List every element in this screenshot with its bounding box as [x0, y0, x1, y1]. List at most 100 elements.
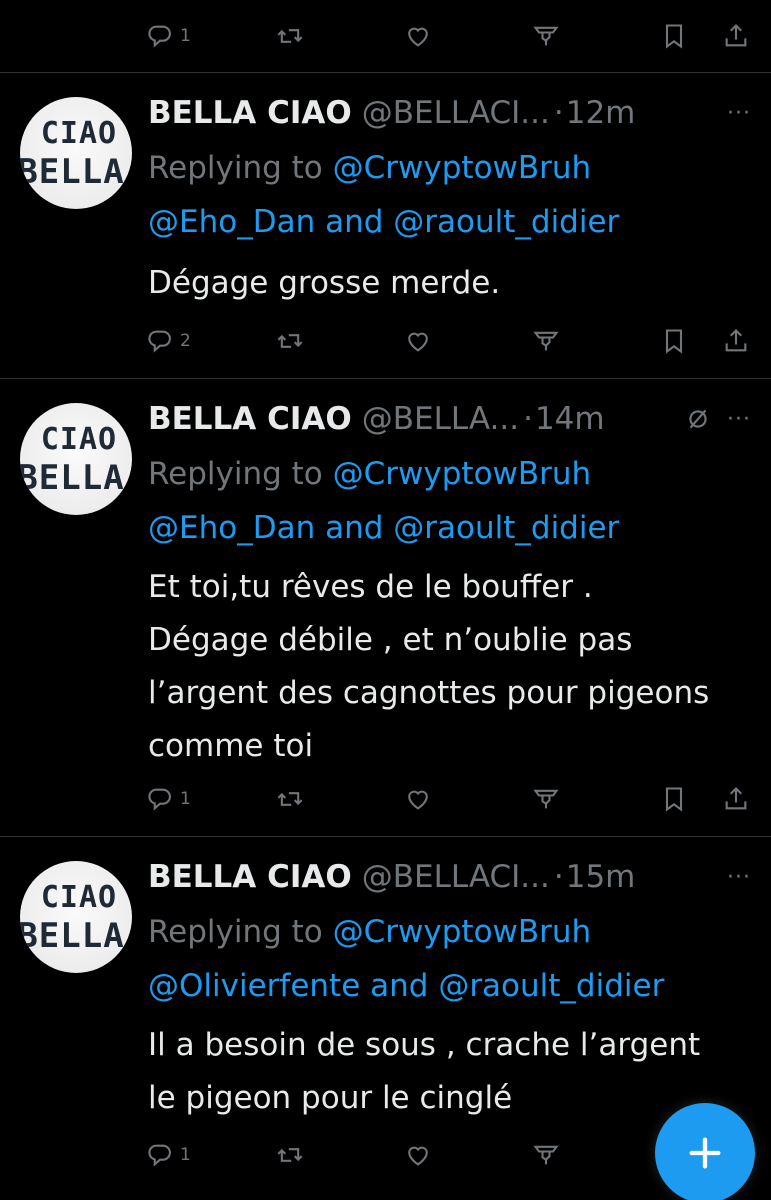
mention-link[interactable]: @Eho_Dan: [148, 204, 315, 240]
timestamp[interactable]: 14m: [535, 401, 605, 437]
compose-tweet-button[interactable]: [655, 1103, 755, 1200]
share-icon: [725, 787, 747, 810]
retweet-icon: [277, 792, 303, 806]
reply-icon: [148, 330, 171, 353]
bookmark-button[interactable]: [660, 14, 688, 58]
avatar[interactable]: CIAO BELLA: [20, 97, 132, 209]
bookmark-button[interactable]: [660, 777, 688, 821]
display-name[interactable]: BELLA CIAO: [148, 95, 352, 131]
tweet-actions-top: 1: [0, 14, 771, 58]
retweet-icon: [277, 29, 303, 43]
tweet-header: BELLA CIAO @BELLACI... · 15m: [148, 857, 748, 897]
more-options-button[interactable]: ···: [727, 93, 751, 133]
tweet-text-line: Dégage débile , et n’oublie pas: [148, 622, 633, 658]
views-button[interactable]: [532, 14, 560, 58]
avatar-text-line: BELLA: [20, 458, 125, 498]
tweet[interactable]: CIAO BELLA BELLA CIAO @BELLACI... · 12m …: [0, 73, 771, 378]
like-button[interactable]: [404, 1133, 432, 1177]
reply-button[interactable]: 2: [146, 319, 191, 363]
slashed-circle-icon: [689, 409, 707, 429]
reply-count: 1: [180, 789, 191, 809]
like-button[interactable]: [404, 14, 432, 58]
timestamp[interactable]: 12m: [566, 95, 636, 131]
avatar[interactable]: CIAO BELLA: [20, 861, 132, 973]
mention-link[interactable]: @Olivierfente: [148, 968, 360, 1004]
avatar-text-line: CIAO: [40, 116, 118, 151]
mention-link[interactable]: @raoult_didier: [438, 968, 664, 1004]
separator-dot: ·: [523, 401, 533, 437]
retweet-icon: [277, 1148, 303, 1162]
more-icon: ···: [727, 100, 751, 126]
tweet-header: BELLA CIAO @BELLA... · 14m: [148, 399, 748, 439]
timeline: 1 CIAO BELLA BELLA CIAO @BELLACI... · 12…: [0, 0, 771, 1200]
reply-icon: [148, 25, 171, 48]
bookmark-icon: [665, 329, 683, 354]
like-icon: [408, 790, 428, 810]
retweet-button[interactable]: [276, 14, 304, 58]
mention-link[interactable]: @CrwyptowBruh: [333, 914, 592, 950]
reply-button[interactable]: 1: [146, 777, 191, 821]
mention-link[interactable]: @raoult_didier: [393, 204, 619, 240]
tweet-text: Et toi,tu rêves de le bouffer . Dégage d…: [148, 561, 758, 773]
reply-count: 1: [180, 1145, 191, 1165]
mention-and: and: [370, 968, 429, 1004]
reply-count: 2: [180, 331, 191, 351]
tweet-text-line: Et toi,tu rêves de le bouffer .: [148, 569, 593, 605]
more-options-button[interactable]: ···: [727, 399, 751, 439]
grok-button[interactable]: [685, 399, 711, 439]
views-icon: [533, 331, 559, 351]
share-button[interactable]: [722, 14, 750, 58]
views-button[interactable]: [532, 777, 560, 821]
replying-to-label: Replying to: [148, 914, 323, 950]
tweet[interactable]: CIAO BELLA BELLA CIAO @BELLA... · 14m ··…: [0, 379, 771, 836]
like-icon: [408, 1146, 428, 1166]
bookmark-button[interactable]: [660, 319, 688, 363]
tweet-text: Il a besoin de sous , crache l’argent le…: [148, 1019, 758, 1125]
views-button[interactable]: [532, 1133, 560, 1177]
retweet-button[interactable]: [276, 319, 304, 363]
bookmark-icon: [665, 24, 683, 49]
like-button[interactable]: [404, 319, 432, 363]
avatar[interactable]: CIAO BELLA: [20, 403, 132, 515]
like-icon: [408, 332, 428, 352]
more-icon: ···: [727, 406, 751, 432]
display-name[interactable]: BELLA CIAO: [148, 401, 352, 437]
user-handle[interactable]: @BELLACI...: [362, 95, 550, 131]
timestamp[interactable]: 15m: [566, 859, 636, 895]
views-icon: [533, 789, 559, 809]
share-icon: [725, 329, 747, 352]
user-handle[interactable]: @BELLA...: [362, 401, 519, 437]
mention-link[interactable]: @CrwyptowBruh: [333, 456, 592, 492]
tweet-text: Dégage grosse merde.: [148, 257, 758, 310]
more-options-button[interactable]: ···: [727, 857, 751, 897]
tweet-actions: 1: [0, 777, 771, 821]
user-handle[interactable]: @BELLACI...: [362, 859, 550, 895]
plus-icon: [689, 1137, 721, 1169]
retweet-button[interactable]: [276, 1133, 304, 1177]
like-button[interactable]: [404, 777, 432, 821]
mention-and: and: [325, 510, 384, 546]
tweet-header: BELLA CIAO @BELLACI... · 12m: [148, 93, 748, 133]
more-icon: ···: [727, 864, 751, 890]
avatar-text-line: BELLA: [20, 916, 125, 956]
views-button[interactable]: [532, 319, 560, 363]
retweet-button[interactable]: [276, 777, 304, 821]
replying-to-label: Replying to: [148, 150, 323, 186]
mention-link[interactable]: @CrwyptowBruh: [333, 150, 592, 186]
display-name[interactable]: BELLA CIAO: [148, 859, 352, 895]
share-button[interactable]: [722, 777, 750, 821]
mention-link[interactable]: @Eho_Dan: [148, 510, 315, 546]
reply-button[interactable]: 1: [146, 1133, 191, 1177]
tweet-text-line: Il a besoin de sous , crache l’argent: [148, 1027, 701, 1063]
replying-to: Replying to @CrwyptowBruh @Eho_Dan and @…: [148, 447, 758, 555]
tweet-text-line: l’argent des cagnottes pour pigeons: [148, 675, 710, 711]
share-button[interactable]: [722, 319, 750, 363]
avatar-text-line: BELLA: [20, 152, 125, 192]
avatar-text-line: CIAO: [40, 880, 118, 915]
replying-to-label: Replying to: [148, 456, 323, 492]
reply-icon: [148, 788, 171, 811]
reply-button[interactable]: 1: [146, 14, 191, 58]
mention-link[interactable]: @raoult_didier: [393, 510, 619, 546]
mention-and: and: [325, 204, 384, 240]
replying-to: Replying to @CrwyptowBruh @Eho_Dan and @…: [148, 141, 758, 249]
